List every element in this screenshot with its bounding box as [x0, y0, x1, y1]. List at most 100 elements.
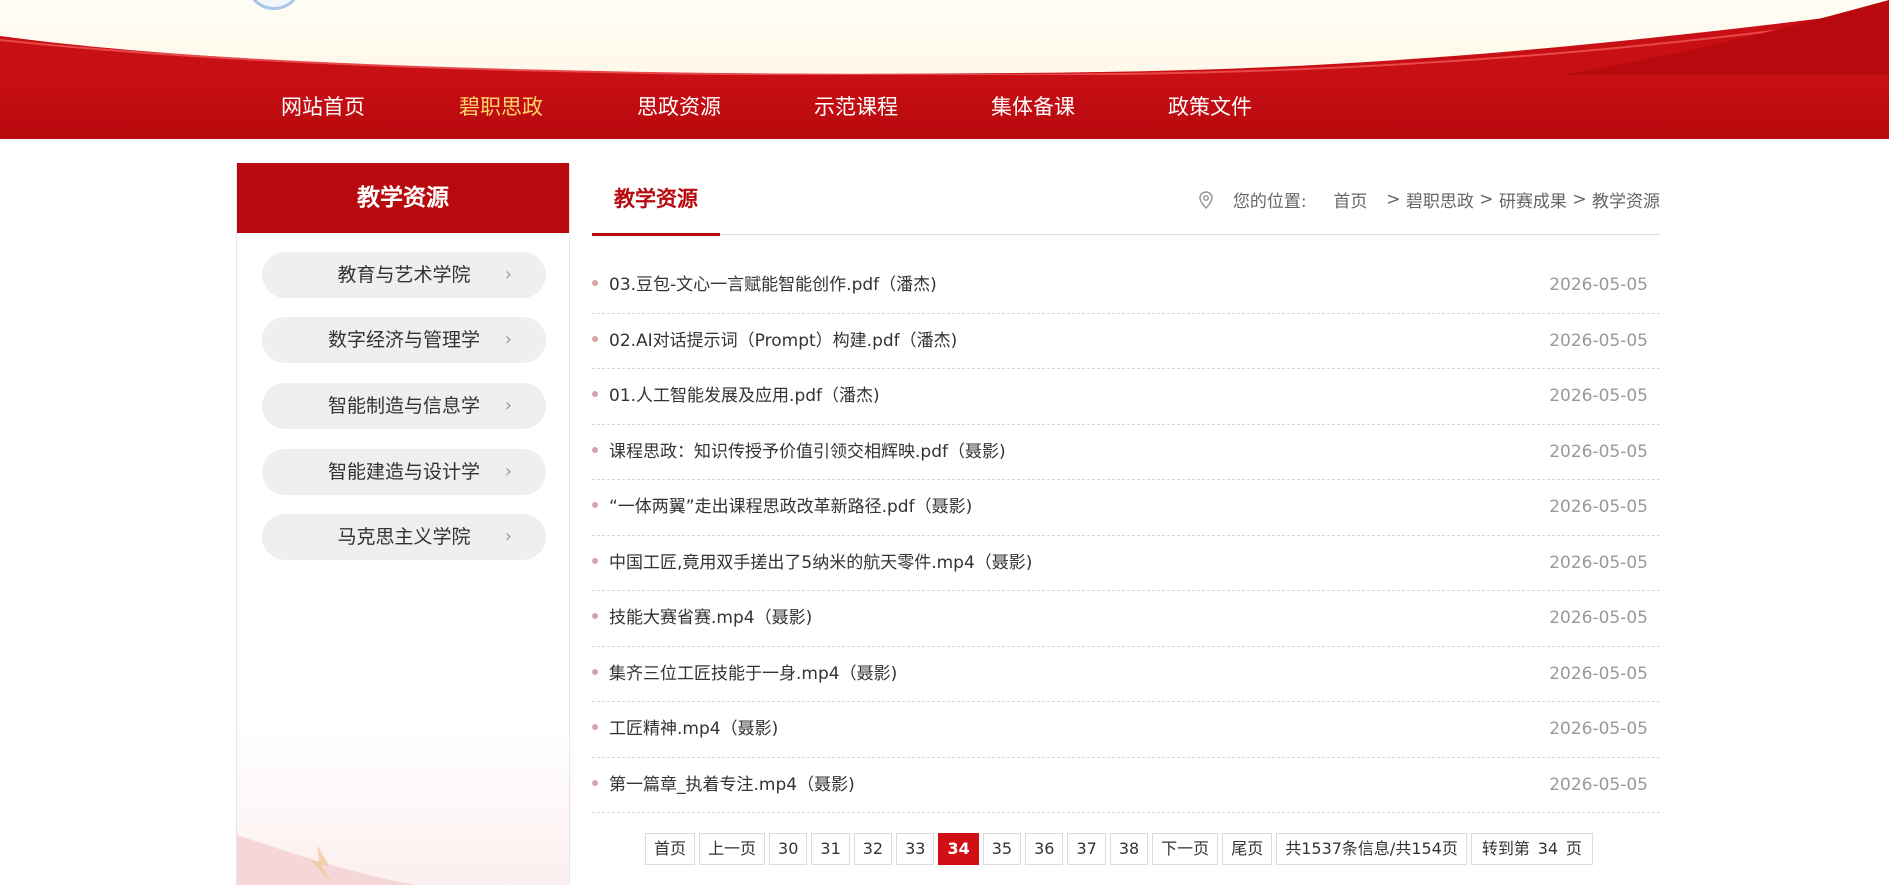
chevron-right-icon: ›	[504, 264, 512, 285]
goto-page-input[interactable]: 34	[1530, 834, 1566, 864]
page-number-current[interactable]: 34	[938, 833, 979, 865]
page-number-32[interactable]: 32	[853, 833, 893, 865]
nav-item-demo-courses[interactable]: 示范课程	[814, 75, 898, 139]
breadcrumb-bizhi-sizheng[interactable]: 碧职思政	[1406, 192, 1474, 212]
main-nav: 网站首页 碧职思政 思政资源 示范课程 集体备课 政策文件	[0, 75, 1889, 139]
sidebar-item-digital-economy[interactable]: 数字经济与管理学 ›	[262, 317, 546, 363]
page-prev-button[interactable]: 上一页	[699, 833, 766, 865]
chevron-right-icon: ›	[504, 461, 512, 482]
resource-list: 03.豆包-文心一言赋能智能创作.pdf（潘杰) 2026-05-05 02.A…	[592, 258, 1660, 813]
list-item-title[interactable]: 第一篇章_执着专注.mp4（聂影)	[609, 758, 855, 812]
list-item: 技能大赛省赛.mp4（聂影) 2026-05-05	[592, 591, 1660, 647]
list-item-title[interactable]: 技能大赛省赛.mp4（聂影)	[609, 591, 812, 645]
list-item-date: 2026-05-05	[1549, 441, 1648, 462]
sidebar-item-label: 教育与艺术学院	[337, 264, 471, 286]
list-item-date: 2026-05-05	[1549, 774, 1648, 795]
header-banner	[0, 0, 1889, 75]
page-number-33[interactable]: 33	[896, 833, 935, 865]
chevron-right-icon: ›	[504, 329, 512, 350]
page-number-37[interactable]: 37	[1067, 833, 1106, 865]
bullet-dot	[592, 391, 598, 397]
list-item-date: 2026-05-05	[1549, 275, 1648, 295]
title-underline	[592, 233, 720, 236]
bullet-dot	[592, 668, 598, 675]
nav-item-collective-prep[interactable]: 集体备课	[991, 75, 1075, 139]
sidebar-item-label: 智能建造与设计学	[327, 461, 480, 483]
list-item-date: 2026-05-05	[1549, 330, 1648, 351]
goto-suffix: 页	[1565, 839, 1582, 858]
list-item-title[interactable]: 工匠精神.mp4（聂影)	[609, 702, 778, 756]
list-item: 工匠精神.mp4（聂影) 2026-05-05	[592, 702, 1660, 758]
sidebar-item-intelligent-manufacturing[interactable]: 智能制造与信息学 ›	[262, 383, 546, 429]
nav-item-policy-docs[interactable]: 政策文件	[1168, 75, 1252, 139]
list-item-date: 2026-05-05	[1549, 552, 1648, 573]
list-item-date: 2026-05-05	[1549, 386, 1648, 406]
list-item: 课程思政：知识传授予价值引领交相辉映.pdf（聂影) 2026-05-05	[592, 425, 1660, 480]
page-number-38[interactable]: 38	[1109, 833, 1149, 865]
list-item-title[interactable]: 02.AI对话提示词（Prompt）构建.pdf（潘杰)	[609, 314, 957, 368]
sidebar-decoration	[237, 835, 417, 885]
list-item-title[interactable]: 集齐三位工匠技能于一身.mp4（聂影)	[609, 647, 897, 701]
page-number-31[interactable]: 31	[811, 833, 850, 865]
sidebar-item-education-arts[interactable]: 教育与艺术学院 ›	[262, 252, 546, 298]
bullet-dot	[592, 724, 598, 730]
breadcrumb-home[interactable]: 首页	[1333, 192, 1367, 212]
sidebar-item-label: 数字经济与管理学	[327, 329, 480, 351]
breadcrumb-research-results[interactable]: 研赛成果	[1499, 192, 1567, 212]
page-last-button[interactable]: 尾页	[1222, 833, 1273, 865]
banner-ribbon	[0, 0, 1889, 75]
page-number-30[interactable]: 30	[769, 833, 808, 865]
nav-item-sizheng-resources[interactable]: 思政资源	[637, 75, 721, 139]
location-pin-icon	[1199, 190, 1214, 209]
sidebar-item-marxism-school[interactable]: 马克思主义学院 ›	[262, 514, 546, 560]
sidebar-item-label: 马克思主义学院	[337, 526, 471, 548]
list-item: 集齐三位工匠技能于一身.mp4（聂影) 2026-05-05	[592, 647, 1660, 702]
list-item: 第一篇章_执着专注.mp4（聂影) 2026-05-05	[592, 758, 1660, 813]
sidebar-title: 教学资源	[237, 163, 569, 233]
content-title: 教学资源	[614, 187, 698, 211]
sidebar-item-intelligent-construction[interactable]: 智能建造与设计学 ›	[262, 449, 546, 495]
bullet-dot	[592, 446, 598, 453]
chevron-right-icon: ›	[504, 395, 512, 416]
page-next-button[interactable]: 下一页	[1152, 833, 1219, 865]
list-item: 03.豆包-文心一言赋能智能创作.pdf（潘杰) 2026-05-05	[592, 258, 1660, 314]
pagination: 首页 上一页 30 31 32 33 34 35 36 37 38 下一页 尾页 共1537条信息/共15…	[645, 833, 1597, 865]
breadcrumb-teaching-resources[interactable]: 教学资源	[1592, 192, 1660, 212]
list-item-date: 2026-05-05	[1549, 497, 1648, 517]
sidebar-item-label: 智能制造与信息学	[327, 395, 480, 417]
list-item-title[interactable]: 中国工匠,竟用双手搓出了5纳米的航天零件.mp4（聂影)	[609, 536, 1032, 590]
list-item: 01.人工智能发展及应用.pdf（潘杰) 2026-05-05	[592, 369, 1660, 425]
list-item: 中国工匠,竟用双手搓出了5纳米的航天零件.mp4（聂影) 2026-05-05	[592, 536, 1660, 591]
list-item-date: 2026-05-05	[1549, 608, 1648, 628]
list-item-title[interactable]: 01.人工智能发展及应用.pdf（潘杰)	[609, 369, 880, 423]
list-item-title[interactable]: 课程思政：知识传授予价值引领交相辉映.pdf（聂影)	[609, 425, 1006, 479]
page-goto: 转到第 34 页	[1470, 833, 1593, 865]
breadcrumb-prefix: 您的位置:	[1232, 192, 1307, 212]
bullet-dot	[592, 502, 598, 508]
list-item: 02.AI对话提示词（Prompt）构建.pdf（潘杰) 2026-05-05	[592, 314, 1660, 369]
breadcrumb: 您的位置: 首页 > 碧职思政 > 研赛成果 > 教学资源	[1199, 187, 1660, 212]
list-item-title[interactable]: “一体两翼”走出课程思政改革新路径.pdf（聂影)	[609, 480, 972, 534]
bullet-dot	[592, 280, 598, 286]
sidebar: 教学资源 教育与艺术学院 › 数字经济与管理学 › 智能制造与信息学 › 智能建…	[236, 163, 570, 885]
nav-item-home[interactable]: 网站首页	[281, 75, 365, 139]
page-number-36[interactable]: 36	[1025, 833, 1064, 865]
bullet-dot	[592, 557, 598, 564]
goto-prefix: 转到第	[1481, 839, 1530, 858]
list-item-date: 2026-05-05	[1549, 719, 1648, 739]
page-info: 共1537条信息/共154页	[1276, 833, 1467, 865]
list-item-date: 2026-05-05	[1549, 663, 1648, 684]
breadcrumb-separator: >	[1572, 189, 1587, 210]
breadcrumb-separator: >	[1386, 189, 1401, 210]
page-first-button[interactable]: 首页	[645, 833, 696, 865]
nav-item-bizhi-sizheng[interactable]: 碧职思政	[459, 75, 543, 139]
breadcrumb-separator: >	[1479, 189, 1494, 210]
bullet-dot	[592, 613, 598, 619]
page-number-35[interactable]: 35	[982, 833, 1022, 865]
bullet-dot	[592, 335, 598, 342]
chevron-right-icon: ›	[504, 526, 512, 547]
bullet-dot	[592, 779, 598, 786]
title-divider	[592, 234, 1660, 235]
list-item: “一体两翼”走出课程思政改革新路径.pdf（聂影) 2026-05-05	[592, 480, 1660, 536]
list-item-title[interactable]: 03.豆包-文心一言赋能智能创作.pdf（潘杰)	[609, 258, 937, 312]
